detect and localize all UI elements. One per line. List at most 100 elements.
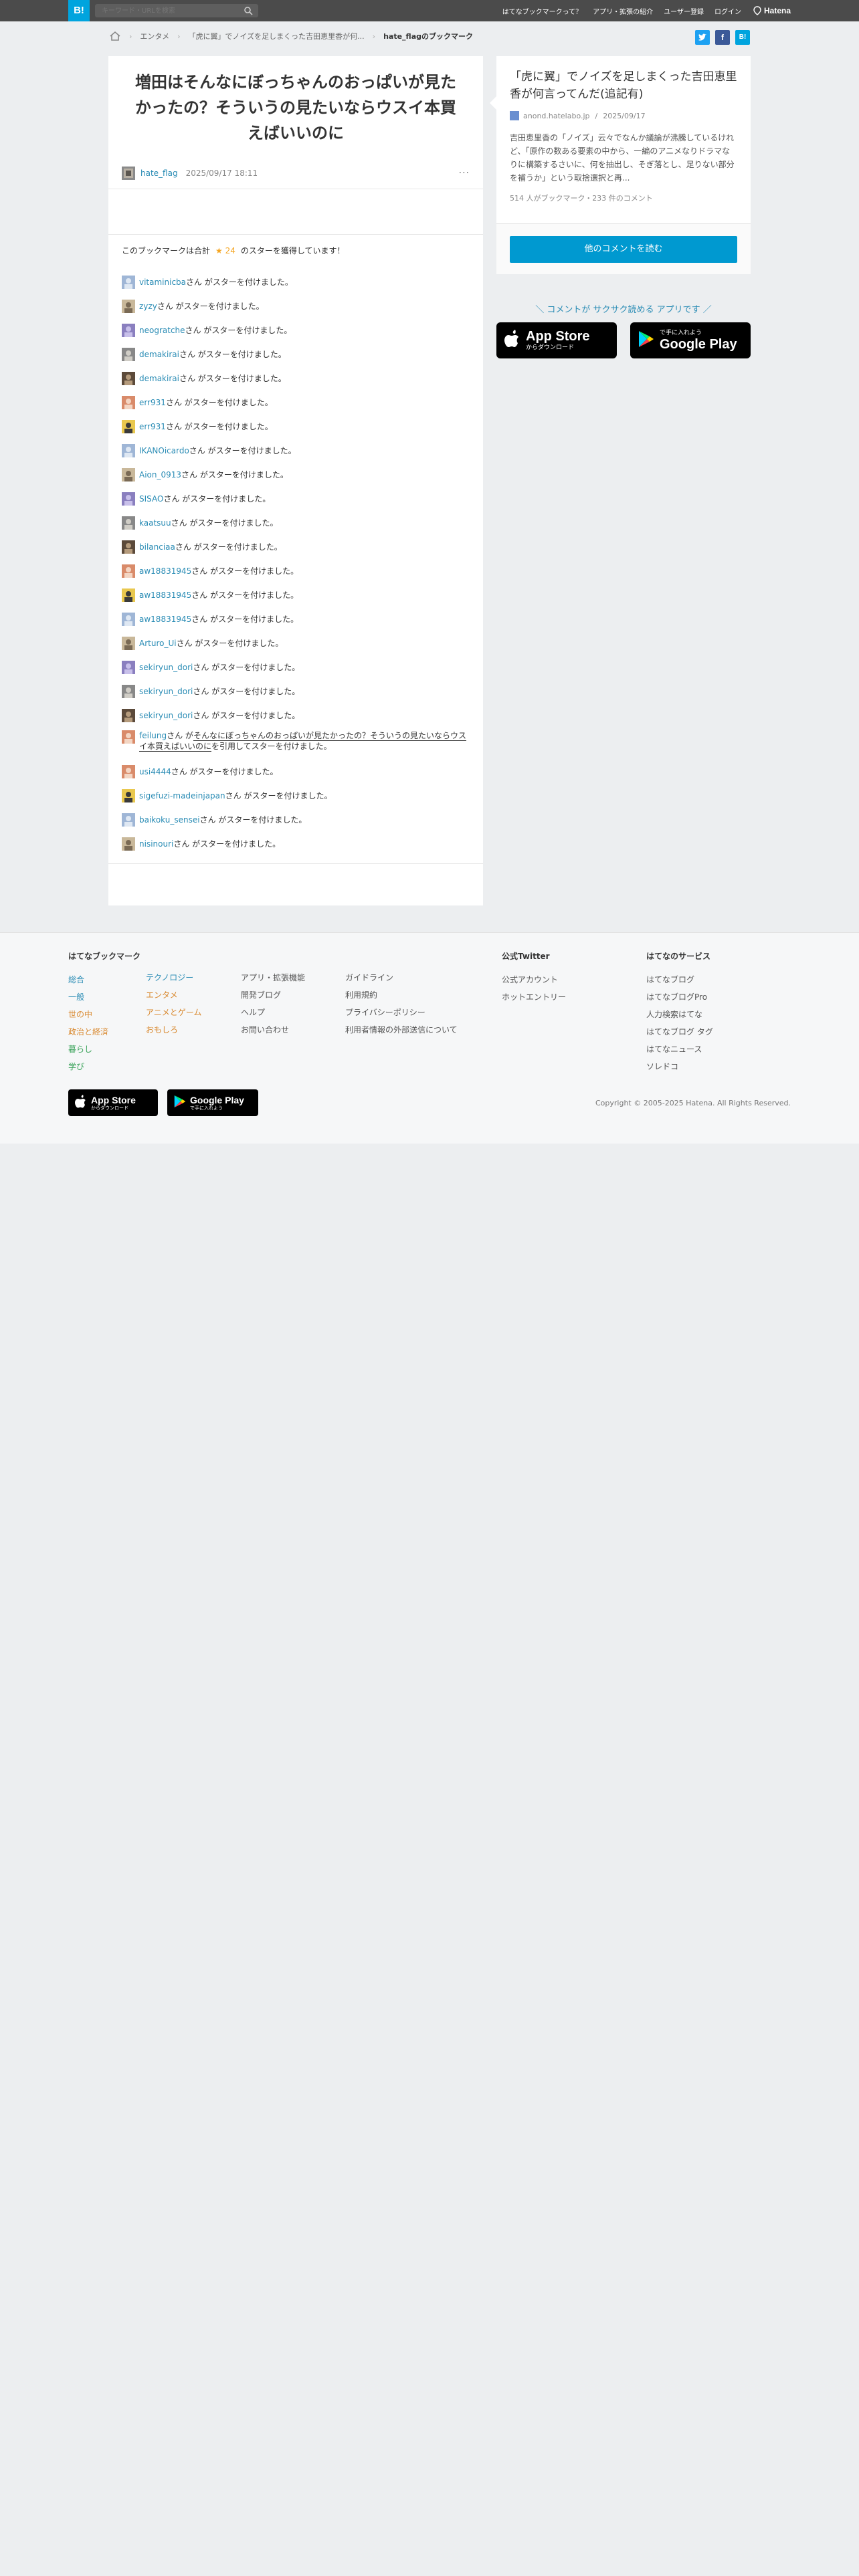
avatar[interactable] <box>122 685 135 698</box>
avatar[interactable] <box>122 661 135 674</box>
bookmark-date[interactable]: 2025/09/17 18:11 <box>186 169 258 178</box>
star-user-link[interactable]: aw18831945 <box>139 615 191 624</box>
avatar[interactable] <box>122 348 135 361</box>
google-play-badge[interactable]: で手に入れよう Google Play <box>630 322 751 358</box>
search-input[interactable] <box>95 4 235 17</box>
footer-link[interactable]: テクノロジー <box>146 969 201 986</box>
avatar[interactable] <box>122 613 135 626</box>
star-user-link[interactable]: Arturo_Ui <box>139 639 177 648</box>
footer-link[interactable]: おもしろ <box>146 1021 201 1039</box>
star-user-link[interactable]: zyzy <box>139 302 157 311</box>
nav-apps[interactable]: アプリ・拡張の紹介 <box>593 6 653 16</box>
read-comments-button[interactable]: 他のコメントを読む <box>510 236 737 263</box>
footer-link[interactable]: エンタメ <box>146 986 201 1004</box>
avatar[interactable] <box>122 372 135 385</box>
search-icon[interactable] <box>244 6 253 15</box>
footer-link[interactable]: 人力検索はてな <box>646 1006 713 1023</box>
avatar[interactable] <box>122 516 135 530</box>
star-user-link[interactable]: aw18831945 <box>139 591 191 600</box>
avatar[interactable] <box>122 540 135 554</box>
breadcrumb-entry[interactable]: 「虎に翼」でノイズを足しまくった吉田恵里香が何... <box>188 31 364 41</box>
star-user-link[interactable]: nisinouri <box>139 839 173 849</box>
avatar[interactable] <box>122 167 135 180</box>
bookmark-user-link[interactable]: hate_flag <box>140 169 178 178</box>
footer-link[interactable]: はてなニュース <box>646 1041 713 1058</box>
footer-link[interactable]: 公式アカウント <box>502 971 566 988</box>
avatar[interactable] <box>122 444 135 457</box>
entry-counts[interactable]: 514 人がブックマーク・233 件のコメント <box>510 193 653 203</box>
avatar[interactable] <box>122 492 135 506</box>
footer-link[interactable]: 開発ブログ <box>241 986 305 1004</box>
search-box[interactable] <box>95 4 258 17</box>
star-user-link[interactable]: SISAO <box>139 494 163 504</box>
star-user-link[interactable]: sekiryun_dori <box>139 687 193 696</box>
hatebu-logo[interactable]: B! <box>68 0 90 21</box>
star-user-link[interactable]: demakirai <box>139 350 179 359</box>
footer-link[interactable]: ガイドライン <box>345 969 458 986</box>
footer-link[interactable]: はてなブログ <box>646 971 713 988</box>
avatar[interactable] <box>122 588 135 602</box>
footer-link[interactable]: アニメとゲーム <box>146 1004 201 1021</box>
avatar[interactable] <box>122 789 135 802</box>
avatar[interactable] <box>122 730 135 744</box>
star-user-link[interactable]: vitaminicba <box>139 278 186 287</box>
star-user-link[interactable]: err931 <box>139 422 166 431</box>
footer-link[interactable]: 暮らし <box>68 1041 140 1058</box>
footer-link[interactable]: 利用者情報の外部送信について <box>345 1021 458 1039</box>
star-user-link[interactable]: sekiryun_dori <box>139 711 193 720</box>
twitter-share-icon[interactable] <box>695 30 710 45</box>
avatar[interactable] <box>122 837 135 851</box>
star-user-link[interactable]: feilung <box>139 731 167 740</box>
footer-link[interactable]: はてなブログPro <box>646 988 713 1006</box>
app-store-badge[interactable]: App Store からダウンロード <box>496 322 617 358</box>
nav-login[interactable]: ログイン <box>714 6 741 16</box>
hatebu-share-icon[interactable]: B! <box>735 30 750 45</box>
footer-link[interactable]: 政治と経済 <box>68 1023 140 1041</box>
avatar[interactable] <box>122 709 135 722</box>
star-user-link[interactable]: neogratche <box>139 326 185 335</box>
footer-link[interactable]: プライバシーポリシー <box>345 1004 458 1021</box>
home-icon[interactable] <box>109 31 121 41</box>
avatar[interactable] <box>122 396 135 409</box>
footer-link[interactable]: 利用規約 <box>345 986 458 1004</box>
footer-link[interactable]: はてなブログ タグ <box>646 1023 713 1041</box>
facebook-share-icon[interactable]: f <box>715 30 730 45</box>
entry-card[interactable]: 「虎に翼」でノイズを足しまくった吉田恵里香が何言ってんだ(追記有) anond.… <box>490 56 751 223</box>
star-user-link[interactable]: bilanciaa <box>139 542 175 552</box>
avatar[interactable] <box>122 564 135 578</box>
footer-link[interactable]: ホットエントリー <box>502 988 566 1006</box>
star-user-link[interactable]: Aion_0913 <box>139 470 181 479</box>
footer-google-play-badge[interactable]: Google Play で手に入れよう <box>167 1089 258 1116</box>
avatar[interactable] <box>122 637 135 650</box>
footer-link[interactable]: お問い合わせ <box>241 1021 305 1039</box>
footer-link[interactable]: 学び <box>68 1058 140 1075</box>
hatena-brand[interactable]: Hatena <box>753 0 791 21</box>
star-user-link[interactable]: err931 <box>139 398 166 407</box>
star-user-link[interactable]: demakirai <box>139 374 179 383</box>
nav-about[interactable]: はてなブックマークって？ <box>502 6 583 16</box>
footer-app-store-badge[interactable]: App Store からダウンロード <box>68 1089 158 1116</box>
star-user-link[interactable]: usi4444 <box>139 767 171 776</box>
entry-site[interactable]: anond.hatelabo.jp <box>523 112 590 120</box>
star-user-link[interactable]: IKANOicardo <box>139 446 189 455</box>
avatar[interactable] <box>122 276 135 289</box>
star-user-link[interactable]: kaatsuu <box>139 518 171 528</box>
footer-link[interactable]: 総合 <box>68 971 140 988</box>
footer-link[interactable]: 世の中 <box>68 1006 140 1023</box>
star-user-link[interactable]: sekiryun_dori <box>139 663 193 672</box>
breadcrumb-category[interactable]: エンタメ <box>140 31 169 41</box>
avatar[interactable] <box>122 300 135 313</box>
footer-link[interactable]: アプリ・拡張機能 <box>241 969 305 986</box>
more-menu-icon[interactable]: ··· <box>459 168 470 179</box>
avatar[interactable] <box>122 813 135 827</box>
avatar[interactable] <box>122 324 135 337</box>
footer-link[interactable]: ソレドコ <box>646 1058 713 1075</box>
nav-signup[interactable]: ユーザー登録 <box>664 6 704 16</box>
avatar[interactable] <box>122 420 135 433</box>
star-user-link[interactable]: baikoku_sensei <box>139 815 200 825</box>
star-user-link[interactable]: aw18831945 <box>139 566 191 576</box>
footer-link[interactable]: ヘルプ <box>241 1004 305 1021</box>
entry-title[interactable]: 「虎に翼」でノイズを足しまくった吉田恵里香が何言ってんだ(追記有) <box>496 56 751 103</box>
avatar[interactable] <box>122 468 135 481</box>
avatar[interactable] <box>122 765 135 778</box>
